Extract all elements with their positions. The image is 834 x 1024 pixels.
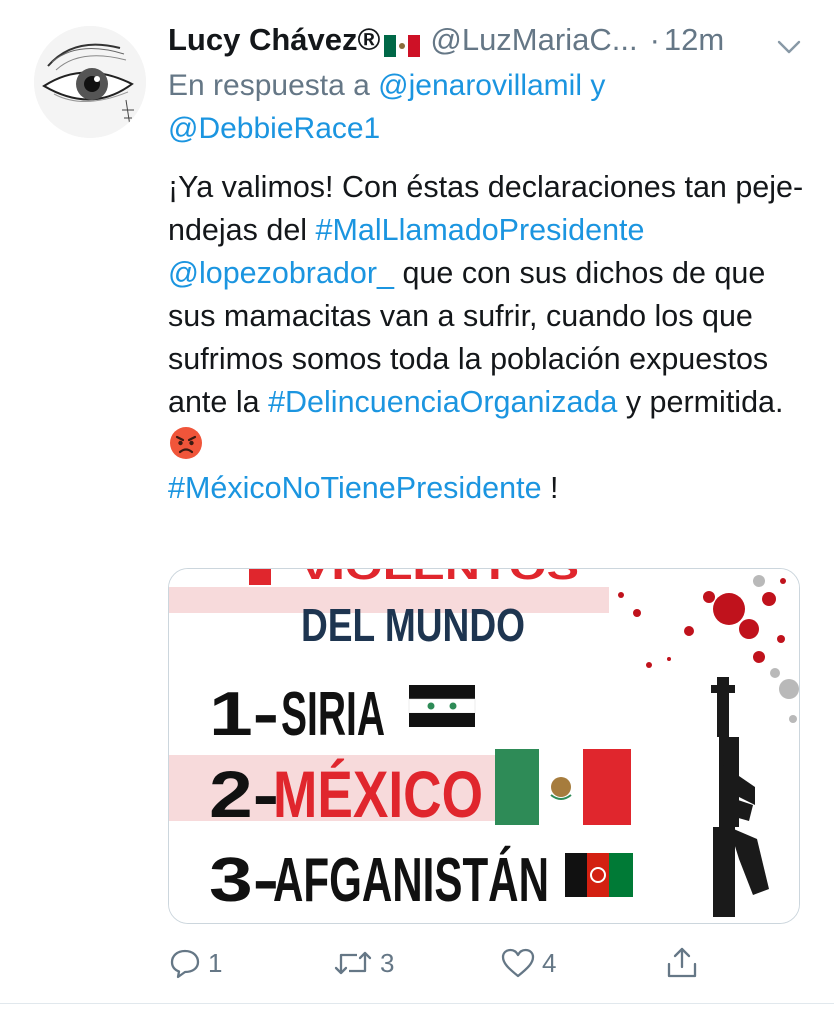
reply-context: En respuesta a @jenarovillamil y @Debbie… (168, 64, 808, 150)
afghanistan-flag-icon (565, 853, 633, 897)
display-name[interactable]: Lucy Chávez® (168, 22, 380, 58)
reply-and: y (590, 69, 606, 102)
rank-1-country: SIRIA (281, 680, 385, 749)
text-part-3: y permitida. (625, 385, 784, 419)
share-icon (667, 947, 697, 978)
text-part-4: ! (550, 471, 559, 505)
rank-1-number: 1- (209, 680, 279, 749)
handle[interactable]: @LuzMariaC... (430, 22, 637, 58)
like-button[interactable]: 4 (500, 938, 556, 988)
mention-lopezobrador[interactable]: @lopezobrador_ (168, 256, 394, 290)
timestamp[interactable]: 12m (664, 22, 724, 58)
reply-icon (170, 949, 200, 979)
retweet-count: 3 (380, 947, 395, 978)
tweet-actions: 1 3 4 (168, 938, 728, 988)
hashtag-mexico-no-tiene[interactable]: #MéxicoNoTienePresidente (168, 471, 542, 505)
reply-button[interactable]: 1 (168, 938, 222, 988)
heart-icon (501, 948, 535, 978)
rank-3-number: 3- (209, 846, 279, 915)
avatar-eye-drawing (34, 26, 146, 138)
hashtag-delincuencia[interactable]: #DelincuenciaOrganizada (268, 385, 617, 419)
rank-2-country: MÉXICO (273, 757, 483, 831)
chevron-down-icon[interactable] (776, 28, 802, 54)
reply-count: 1 (208, 947, 223, 978)
tweet-image[interactable]: VIOLENTOS DEL MUNDO 1- SIRIA 2- MÉXICO 3… (168, 568, 800, 924)
media-subtitle: DEL MUNDO (301, 599, 525, 651)
retweet-icon (334, 951, 372, 975)
mexico-flag-large-icon (495, 749, 631, 825)
rank-2-number: 2- (209, 757, 279, 831)
separator-dot: · (649, 22, 660, 57)
syria-flag-icon (408, 685, 476, 727)
share-button[interactable] (664, 938, 706, 988)
rank-3-country: AFGANISTÁN (273, 846, 549, 915)
hashtag-mal-llamado[interactable]: #MalLlamadoPresidente (316, 213, 645, 247)
tweet-text: ¡Ya valimos! Con éstas declaraciones tan… (168, 166, 808, 510)
reply-mention-1[interactable]: @jenarovillamil (378, 69, 582, 102)
retweet-button[interactable]: 3 (332, 938, 394, 988)
angry-face-icon (168, 425, 204, 461)
avatar[interactable] (34, 26, 146, 138)
media-top-text: VIOLENTOS (299, 569, 579, 588)
tweet-divider (0, 1003, 834, 1004)
mexico-flag-icon (384, 29, 421, 57)
tweet-header: Lucy Chávez® @LuzMariaC... · 12m (168, 18, 808, 62)
reply-mention-2[interactable]: @DebbieRace1 (168, 112, 380, 145)
reply-prefix: En respuesta a (168, 69, 370, 102)
like-count: 4 (542, 947, 557, 978)
